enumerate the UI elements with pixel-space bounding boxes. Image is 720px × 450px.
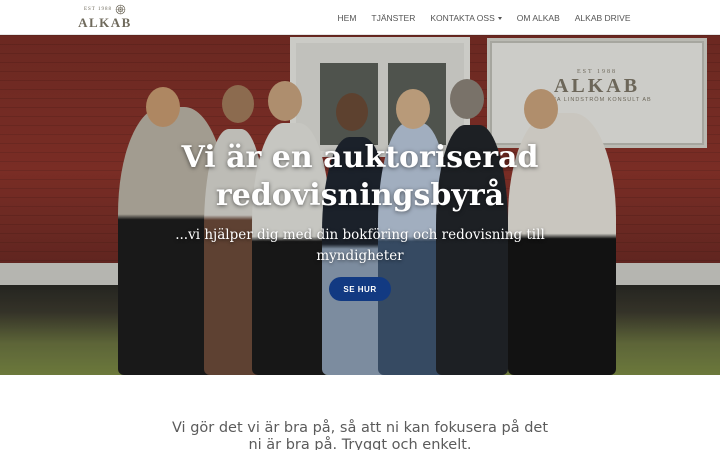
nav-item-kontakta-oss[interactable]: KONTAKTA OSS	[423, 13, 509, 23]
section-tagline: Vi gör det vi är bra på, så att ni kan f…	[171, 420, 549, 450]
nav-item-label: KONTAKTA OSS	[430, 12, 495, 23]
nav-item-hem[interactable]: HEM	[330, 13, 364, 23]
nav-item-label: OM ALKAB	[516, 12, 560, 23]
caret-down-icon	[497, 16, 502, 20]
nav-item-label: TJÄNSTER	[371, 12, 416, 23]
logo-emblem-icon	[115, 4, 126, 14]
logo-est-line: EST 1988	[74, 3, 136, 15]
nav-item-tjanster[interactable]: TJÄNSTER	[364, 13, 423, 23]
hero-subtitle: ...vi hjälper dig med din bokföring och …	[175, 227, 545, 264]
hero-banner: EST 1988 ALKAB ANNA LINDSTRÖM KONSULT AB…	[0, 35, 720, 375]
se-hur-button[interactable]: SE HUR	[329, 277, 391, 301]
logo-name: ALKAB	[78, 15, 132, 30]
main-nav: HEM TJÄNSTER KONTAKTA OSS OM ALKAB ALKAB…	[330, 0, 638, 35]
nav-item-om-alkab[interactable]: OM ALKAB	[509, 13, 567, 23]
nav-item-alkab-drive[interactable]: ALKAB DRIVE	[567, 13, 638, 23]
top-navbar: EST 1988 ALKAB HEM TJÄNSTER KONTAKTA OSS…	[0, 0, 720, 35]
alkab-logo[interactable]: EST 1988 ALKAB	[74, 3, 136, 32]
nav-item-label: HEM	[337, 12, 357, 23]
hero-title: Vi är en auktoriserad redovisningsbyrå	[181, 140, 539, 213]
nav-item-label: ALKAB DRIVE	[574, 12, 631, 23]
logo-est-text: EST 1988	[83, 6, 113, 12]
